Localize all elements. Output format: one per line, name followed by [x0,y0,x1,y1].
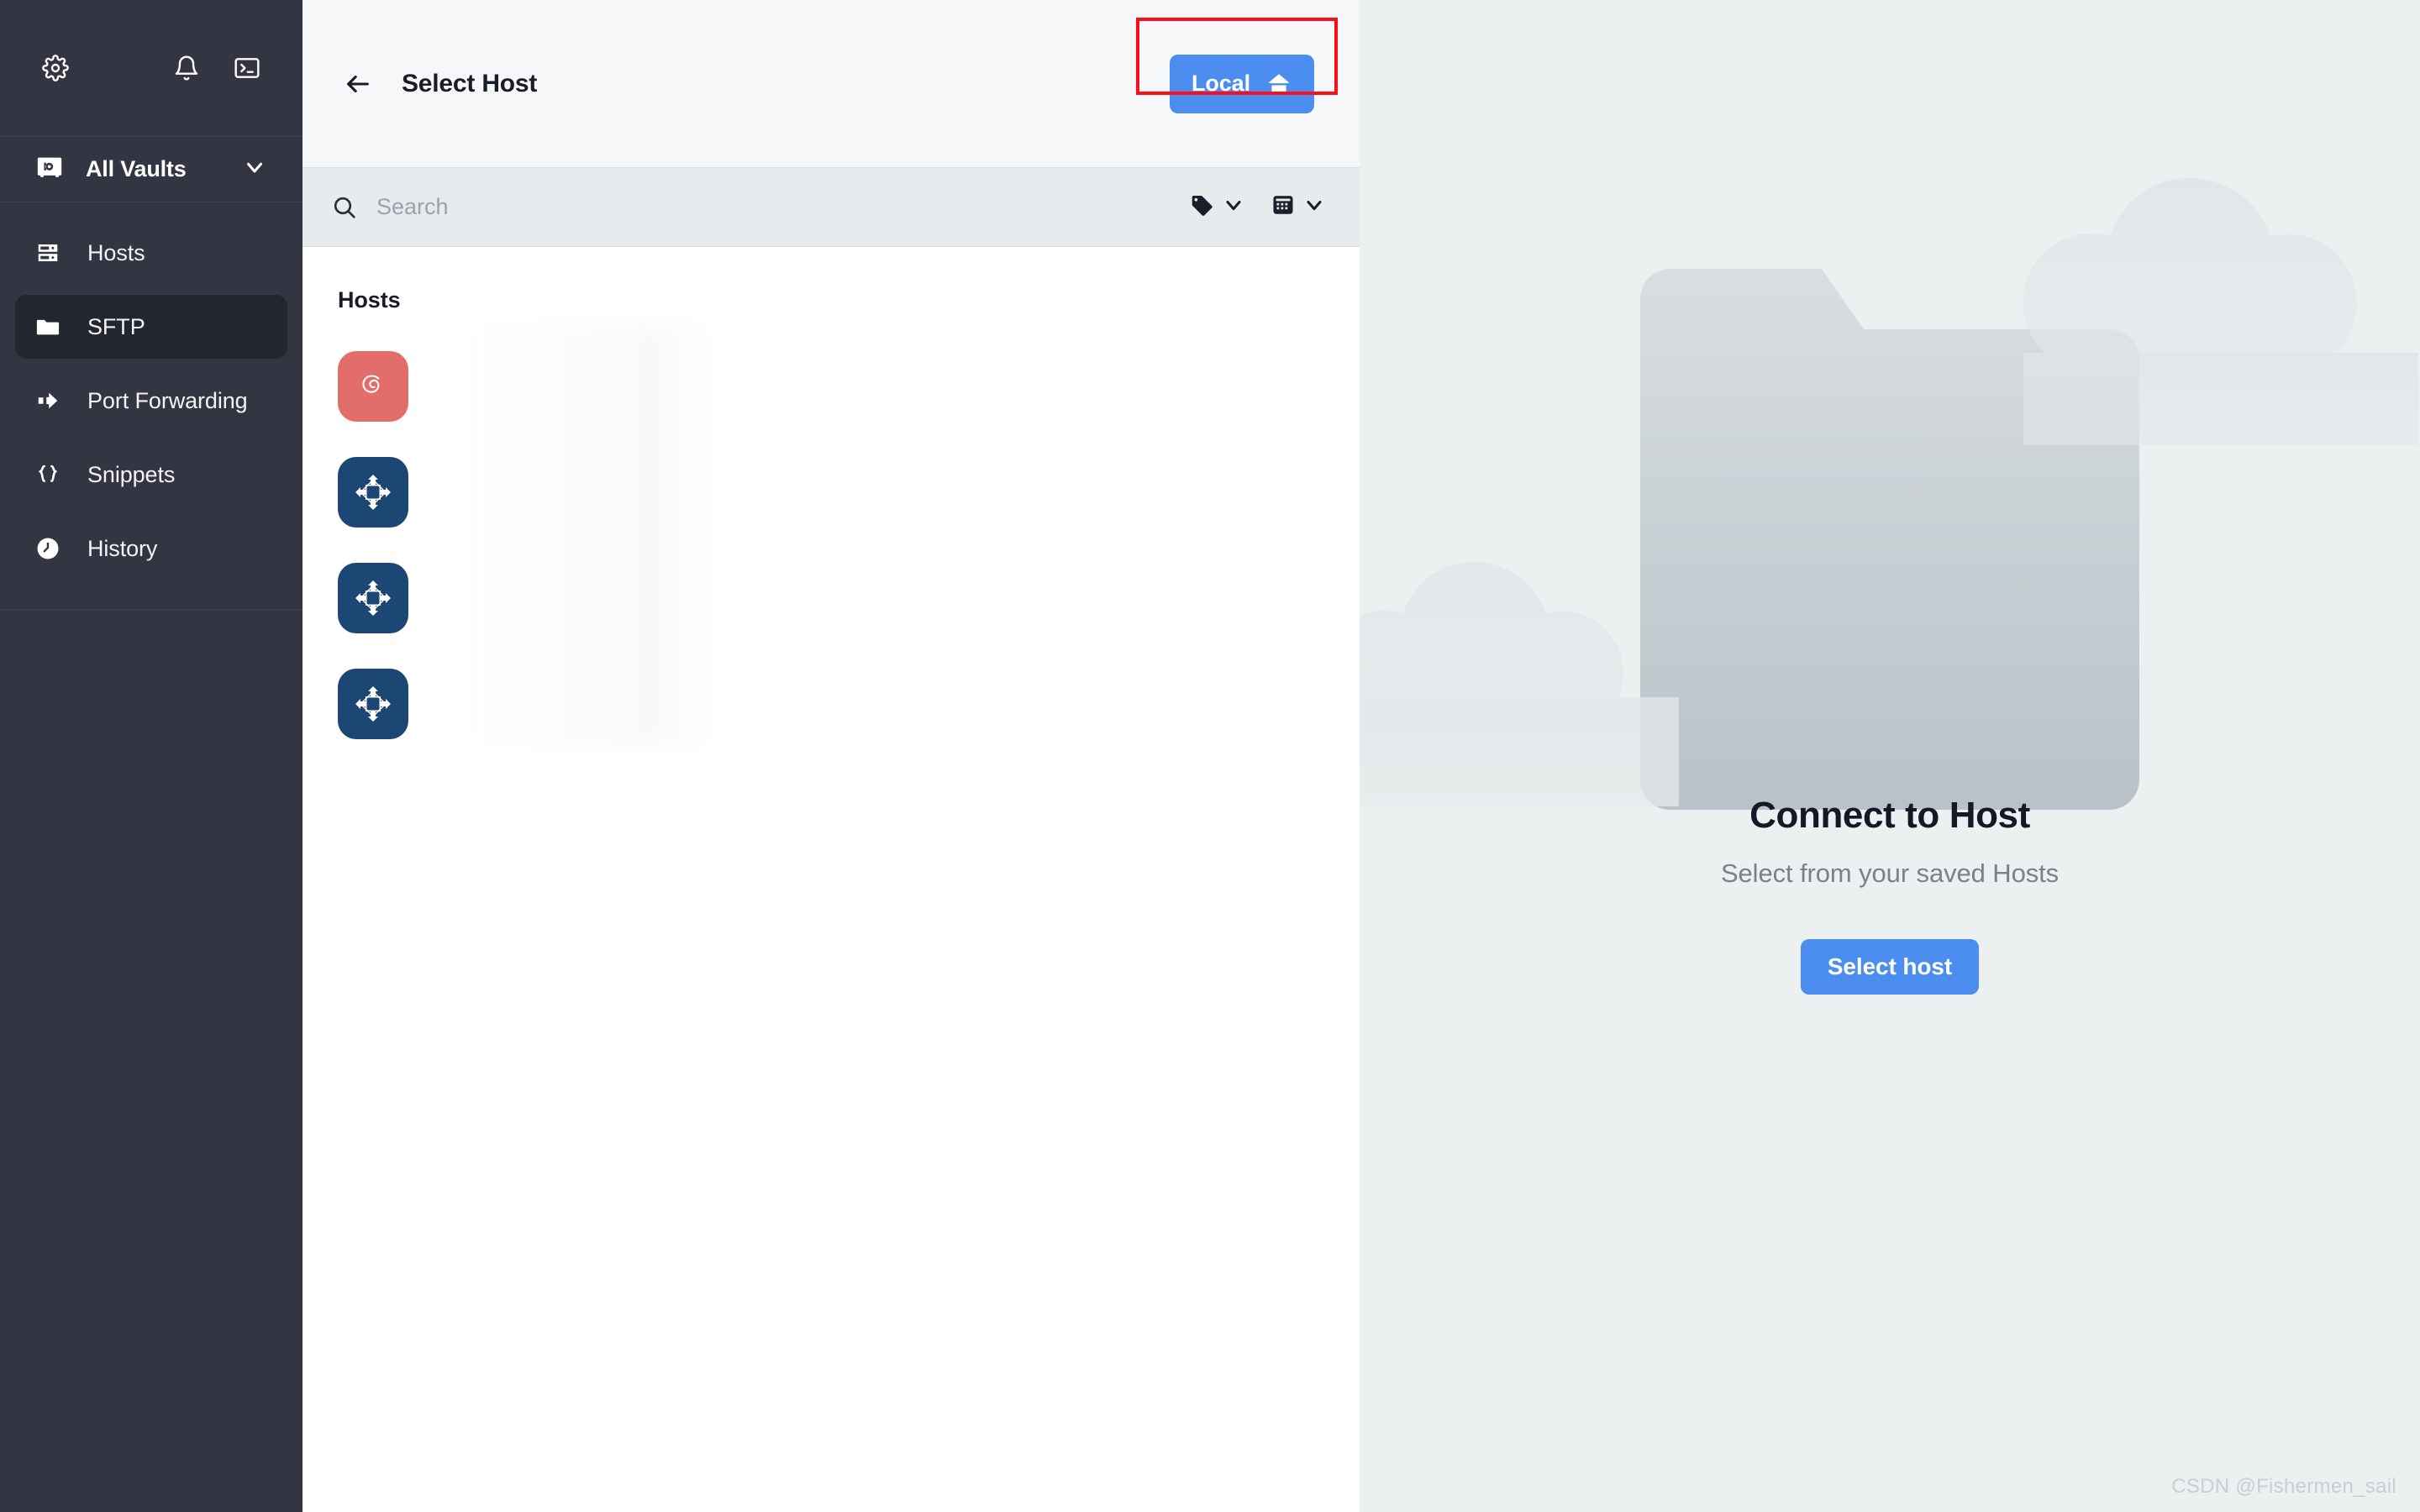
terminal-icon[interactable] [227,48,267,88]
chevron-down-icon [1302,193,1326,221]
bell-icon[interactable] [166,48,207,88]
sidebar-item-label: Snippets [87,461,176,487]
tag-icon [1190,192,1215,222]
server-icon [35,240,69,265]
local-button[interactable]: Local [1169,54,1314,113]
host-picker-panel: Select Host Local Search Hosts [302,0,1360,1512]
empty-state-panel: Connect to Host Select from your saved H… [1360,0,2420,1512]
sidebar-toolbar [0,0,302,137]
tag-filter-button[interactable] [1190,192,1245,222]
arrow-forward-icon [35,388,69,413]
sidebar-item-snippets[interactable]: Snippets [15,443,287,507]
select-host-button[interactable]: Select host [1800,939,1980,995]
sidebar-item-history[interactable]: History [15,517,287,580]
vault-label: All Vaults [86,156,187,181]
gear-icon[interactable] [35,48,76,88]
vault-icon [35,153,64,186]
chevron-down-icon [1222,193,1245,221]
search-actions [1190,192,1326,222]
app-window: All Vaults Hosts SFTP Port Forwarding Sn… [0,0,2420,1512]
chevron-down-icon[interactable] [242,155,267,184]
list-item[interactable] [338,651,1360,757]
sidebar-item-label: Hosts [87,239,145,265]
list-item[interactable] [338,333,1360,439]
empty-state-title: Connect to Host [1749,795,2030,836]
page-title: Select Host [402,69,538,97]
sidebar-item-sftp[interactable]: SFTP [15,295,287,359]
search-icon [331,194,358,221]
hosts-section-title: Hosts [338,287,401,312]
centos-logo-icon [338,457,408,528]
sidebar-empty-space [0,610,302,1512]
sidebar-item-port-forwarding[interactable]: Port Forwarding [15,369,287,433]
search-input[interactable] [376,194,1190,220]
view-mode-button[interactable] [1270,192,1326,222]
arrow-left-icon[interactable] [334,60,381,108]
sidebar-item-label: SFTP [87,313,145,339]
sidebar: All Vaults Hosts SFTP Port Forwarding Sn… [0,0,302,1512]
sidebar-nav: Hosts SFTP Port Forwarding Snippets Hist… [0,202,302,591]
sidebar-item-label: Port Forwarding [87,387,248,413]
home-icon [1265,71,1292,97]
header-actions: Local [1135,17,1338,113]
list-item[interactable] [338,545,1360,651]
search-bar [302,168,1360,247]
empty-state-content: Connect to Host Select from your saved H… [1721,795,2059,995]
empty-state-subtitle: Select from your saved Hosts [1720,858,2060,888]
folder-icon [35,314,69,339]
centos-logo-icon [338,563,408,633]
list-item[interactable] [338,439,1360,545]
vault-selector[interactable]: All Vaults [0,137,302,202]
hosts-list [338,325,1360,757]
sidebar-item-hosts[interactable]: Hosts [15,221,287,285]
hosts-list-area: Hosts [302,247,1360,1512]
folder-clouds-illustration [1360,0,2420,865]
local-button-label: Local [1191,71,1250,96]
watermark: CSDN @Fishermen_sail [2171,1475,2396,1498]
panel-header: Select Host Local [302,0,1360,168]
centos-logo-icon [338,669,408,739]
sidebar-item-label: History [87,535,158,561]
debian-logo-icon [338,351,408,422]
grid-view-icon [1270,192,1296,222]
braces-icon [35,462,69,487]
clock-icon [35,536,69,561]
